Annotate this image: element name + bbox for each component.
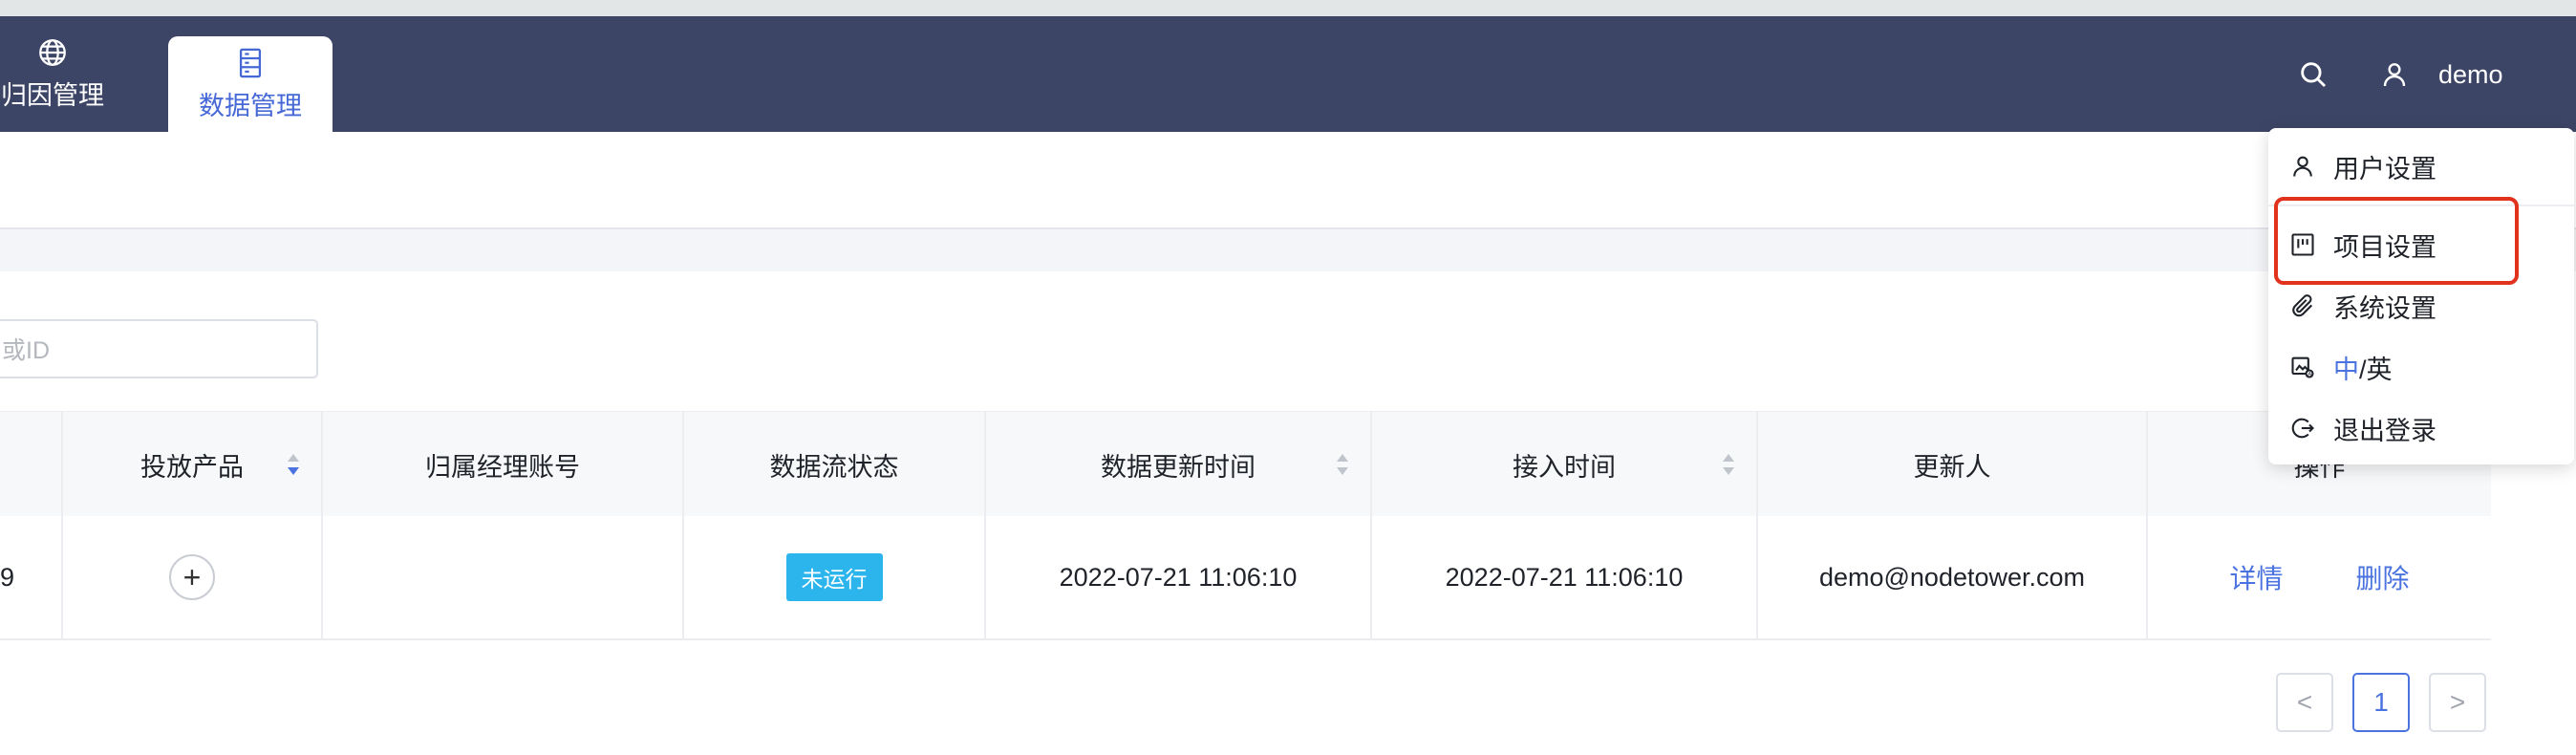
cell-updated-at: 2022-07-21 11:06:10 bbox=[986, 516, 1372, 638]
sort-icon[interactable] bbox=[287, 452, 300, 477]
language-zh: 中 bbox=[2333, 355, 2359, 384]
table-header: 投放产品 归属经理账号 数据流状态 数据更新时间 接入时间 更新人 操作 bbox=[0, 411, 2491, 518]
column-header-product[interactable]: 投放产品 bbox=[63, 412, 323, 517]
column-header-label: 数据更新时间 bbox=[1101, 452, 1256, 482]
search-icon bbox=[2301, 62, 2327, 88]
column-header-id bbox=[0, 412, 63, 517]
pagination-prev-button[interactable]: < bbox=[2276, 673, 2333, 732]
add-product-button[interactable]: + bbox=[169, 554, 215, 600]
column-header-accessed-at[interactable]: 接入时间 bbox=[1372, 412, 1758, 517]
menu-item-language[interactable]: A 中/英 bbox=[2268, 336, 2574, 398]
cell-actions: 详情 删除 bbox=[2148, 516, 2491, 638]
sort-icon[interactable] bbox=[1336, 452, 1349, 477]
nav-item-label: 归因管理 bbox=[1, 81, 104, 110]
content-divider-band bbox=[0, 229, 2576, 271]
delete-link[interactable]: 删除 bbox=[2356, 558, 2410, 596]
nav-item-label: 数据管理 bbox=[199, 91, 302, 120]
nav-item-data-management[interactable]: 数据管理 bbox=[168, 36, 333, 132]
pagination-next-button[interactable]: > bbox=[2429, 673, 2486, 732]
search-button[interactable] bbox=[2297, 55, 2329, 94]
table-row: 9 + 未运行 2022-07-21 11:06:10 2022-07-21 1… bbox=[0, 516, 2491, 640]
top-navbar bbox=[0, 16, 2576, 132]
paperclip-icon bbox=[2292, 294, 2313, 317]
language-icon: A bbox=[2291, 356, 2314, 378]
cell-product: + bbox=[63, 516, 323, 638]
cell-status: 未运行 bbox=[684, 516, 986, 638]
language-en: /英 bbox=[2359, 355, 2393, 384]
column-header-updated-at[interactable]: 数据更新时间 bbox=[986, 412, 1372, 517]
column-header-manager: 归属经理账号 bbox=[323, 412, 684, 517]
nav-item-attribution[interactable]: 归因管理 bbox=[0, 16, 115, 132]
svg-text:A: A bbox=[2308, 372, 2311, 378]
pagination-page-1[interactable]: 1 bbox=[2352, 673, 2410, 732]
browser-top-strip bbox=[0, 0, 2576, 16]
sort-icon[interactable] bbox=[1722, 452, 1735, 477]
column-header-label: 接入时间 bbox=[1513, 452, 1616, 482]
menu-item-user-settings[interactable]: 用户设置 bbox=[2268, 136, 2574, 197]
logout-icon bbox=[2291, 418, 2314, 439]
cell-accessed-at: 2022-07-21 11:06:10 bbox=[1372, 516, 1758, 638]
search-placeholder: 或ID bbox=[2, 337, 51, 364]
detail-link[interactable]: 详情 bbox=[2229, 558, 2283, 596]
menu-item-logout[interactable]: 退出登录 bbox=[2268, 398, 2574, 459]
column-header-updater: 更新人 bbox=[1758, 412, 2148, 517]
column-header-status: 数据流状态 bbox=[684, 412, 986, 517]
column-header-label: 投放产品 bbox=[140, 452, 244, 482]
page-subheader bbox=[0, 132, 2576, 229]
user-icon bbox=[2383, 63, 2406, 87]
globe-icon bbox=[39, 39, 66, 66]
user-menu-trigger[interactable]: demo bbox=[2379, 55, 2503, 94]
highlight-box bbox=[2274, 197, 2519, 285]
cell-manager bbox=[323, 516, 684, 638]
cell-updater: demo@nodetower.com bbox=[1758, 516, 2148, 638]
username: demo bbox=[2438, 59, 2503, 89]
user-icon bbox=[2293, 156, 2312, 177]
data-table: 投放产品 归属经理账号 数据流状态 数据更新时间 接入时间 更新人 操作 9 +… bbox=[0, 411, 2491, 640]
user-dropdown-menu: 用户设置 项目设置 系统设置 A 中/英 退出登录 bbox=[2268, 128, 2574, 464]
search-input[interactable]: 或ID bbox=[0, 319, 318, 378]
status-badge: 未运行 bbox=[785, 553, 883, 601]
database-icon bbox=[239, 48, 262, 77]
cell-id: 9 bbox=[0, 516, 63, 638]
